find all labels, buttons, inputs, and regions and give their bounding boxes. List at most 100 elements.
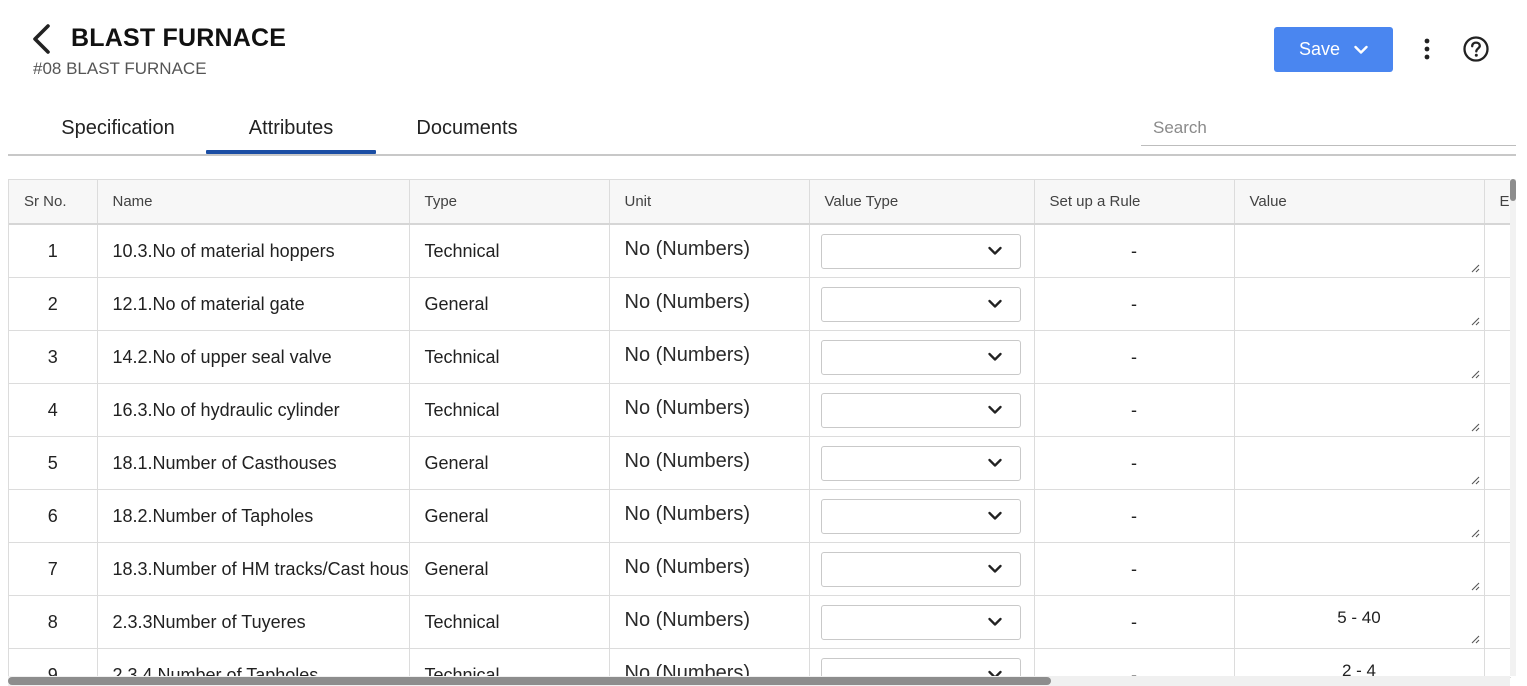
- attribute-type-cell: General: [409, 542, 610, 596]
- value-type-cell: [809, 277, 1035, 331]
- textarea-resize-handle-icon[interactable]: [1470, 528, 1480, 538]
- extra-column-cell: [1484, 542, 1511, 596]
- textarea-resize-handle-icon[interactable]: [1470, 369, 1480, 379]
- attribute-name-cell: 2.3.4 Number of Tapholes: [97, 648, 410, 677]
- unit-cell: No (Numbers): [609, 542, 810, 596]
- value-text: [1235, 384, 1484, 436]
- help-button[interactable]: [1461, 34, 1491, 64]
- extra-column-cell: [1484, 277, 1511, 331]
- sr-no-cell: 9: [9, 648, 98, 677]
- textarea-resize-handle-icon[interactable]: [1470, 634, 1480, 644]
- value-textarea[interactable]: 2 - 4: [1234, 648, 1485, 677]
- more-options-button[interactable]: [1414, 34, 1440, 64]
- chevron-down-icon: [987, 511, 1002, 520]
- table-row: 1 10.3.No of material hoppers Technical No …: [9, 224, 1511, 278]
- value-type-select[interactable]: [820, 445, 1021, 481]
- value-type-select[interactable]: [820, 657, 1021, 677]
- value-text: [1235, 278, 1484, 330]
- value-textarea[interactable]: [1234, 489, 1485, 543]
- attribute-name-cell: 10.3.No of material hoppers: [97, 224, 410, 278]
- tab-attributes[interactable]: Attributes: [206, 104, 376, 154]
- unit-cell: No (Numbers): [609, 277, 810, 331]
- attribute-type-cell: Technical: [409, 383, 610, 437]
- value-type-cell: [809, 489, 1035, 543]
- value-textarea[interactable]: 5 - 40: [1234, 595, 1485, 649]
- chevron-down-icon: [987, 299, 1002, 308]
- value-type-select[interactable]: [820, 233, 1021, 269]
- value-text: [1235, 331, 1484, 383]
- set-up-rule-cell[interactable]: -: [1034, 489, 1235, 543]
- page-subtitle: #08 BLAST FURNACE: [33, 59, 207, 78]
- chevron-down-icon: [1354, 45, 1368, 54]
- value-type-select[interactable]: [820, 339, 1021, 375]
- value-textarea[interactable]: [1234, 224, 1485, 278]
- textarea-resize-handle-icon[interactable]: [1470, 263, 1480, 273]
- textarea-resize-handle-icon[interactable]: [1470, 581, 1480, 591]
- page-title: BLAST FURNACE: [71, 24, 287, 52]
- attribute-type-cell: Technical: [409, 330, 610, 384]
- column-header[interactable]: Sr No.: [9, 180, 98, 225]
- value-textarea[interactable]: [1234, 542, 1485, 596]
- save-button[interactable]: Save: [1274, 27, 1393, 72]
- textarea-resize-handle-icon[interactable]: [1470, 475, 1480, 485]
- set-up-rule-cell[interactable]: -: [1034, 330, 1235, 384]
- search-input[interactable]: [1141, 110, 1516, 146]
- value-type-cell: [809, 436, 1035, 490]
- horizontal-scrollbar-thumb[interactable]: [8, 677, 1051, 685]
- column-header[interactable]: Type: [409, 180, 610, 225]
- value-textarea[interactable]: [1234, 436, 1485, 490]
- set-up-rule-cell[interactable]: -: [1034, 648, 1235, 677]
- attribute-name-cell: 18.3.Number of HM tracks/Cast house: [97, 542, 410, 596]
- column-header[interactable]: Name: [97, 180, 410, 225]
- chevron-down-icon: [987, 564, 1002, 573]
- column-header[interactable]: Value: [1234, 180, 1485, 225]
- textarea-resize-handle-icon[interactable]: [1470, 422, 1480, 432]
- value-textarea[interactable]: [1234, 277, 1485, 331]
- table-header-row: Sr No. Name Type Unit Value Type Set up …: [9, 180, 1511, 225]
- horizontal-scrollbar[interactable]: [8, 676, 1510, 686]
- value-textarea[interactable]: [1234, 330, 1485, 384]
- value-type-cell: [809, 542, 1035, 596]
- extra-column-cell: [1484, 436, 1511, 490]
- value-type-select[interactable]: [820, 286, 1021, 322]
- sr-no-cell: 1: [9, 224, 98, 278]
- value-text: [1235, 437, 1484, 489]
- column-header[interactable]: Value Type: [809, 180, 1035, 225]
- chevron-down-icon: [987, 246, 1002, 255]
- table-row: 2 12.1.No of material gate General No (Numb…: [9, 277, 1511, 331]
- sr-no-cell: 5: [9, 436, 98, 490]
- back-button[interactable]: [28, 22, 56, 56]
- value-textarea[interactable]: [1234, 383, 1485, 437]
- chevron-left-icon: [33, 24, 50, 54]
- value-type-select[interactable]: [820, 498, 1021, 534]
- tab-specification[interactable]: Specification: [30, 104, 206, 152]
- value-type-select[interactable]: [820, 604, 1021, 640]
- set-up-rule-cell[interactable]: -: [1034, 224, 1235, 278]
- vertical-scrollbar-thumb[interactable]: [1510, 179, 1516, 201]
- table-row: 6 18.2.Number of Tapholes General No (Numbe…: [9, 489, 1511, 543]
- value-type-cell: [809, 224, 1035, 278]
- value-type-cell: [809, 330, 1035, 384]
- attribute-name-cell: 14.2.No of upper seal valve: [97, 330, 410, 384]
- table-row: 7 18.3.Number of HM tracks/Cast house Gene…: [9, 542, 1511, 596]
- attribute-name-cell: 18.1.Number of Casthouses: [97, 436, 410, 490]
- set-up-rule-cell[interactable]: -: [1034, 595, 1235, 649]
- set-up-rule-cell[interactable]: -: [1034, 277, 1235, 331]
- value-type-select[interactable]: [820, 551, 1021, 587]
- save-button-label: Save: [1298, 39, 1341, 59]
- vertical-scrollbar[interactable]: [1510, 179, 1516, 676]
- sr-no-cell: 8: [9, 595, 98, 649]
- set-up-rule-cell[interactable]: -: [1034, 436, 1235, 490]
- column-header[interactable]: Unit: [609, 180, 810, 225]
- attribute-type-cell: General: [409, 436, 610, 490]
- tab-documents[interactable]: Documents: [376, 104, 558, 152]
- textarea-resize-handle-icon[interactable]: [1470, 316, 1480, 326]
- attribute-name-cell: 2.3.3Number of Tuyeres: [97, 595, 410, 649]
- set-up-rule-cell[interactable]: -: [1034, 542, 1235, 596]
- column-header[interactable]: E: [1484, 180, 1511, 225]
- value-type-select[interactable]: [820, 392, 1021, 428]
- attributes-table-container: Sr No. Name Type Unit Value Type Set up …: [8, 179, 1511, 678]
- column-header[interactable]: Set up a Rule: [1034, 180, 1235, 225]
- set-up-rule-cell[interactable]: -: [1034, 383, 1235, 437]
- value-text: [1235, 490, 1484, 542]
